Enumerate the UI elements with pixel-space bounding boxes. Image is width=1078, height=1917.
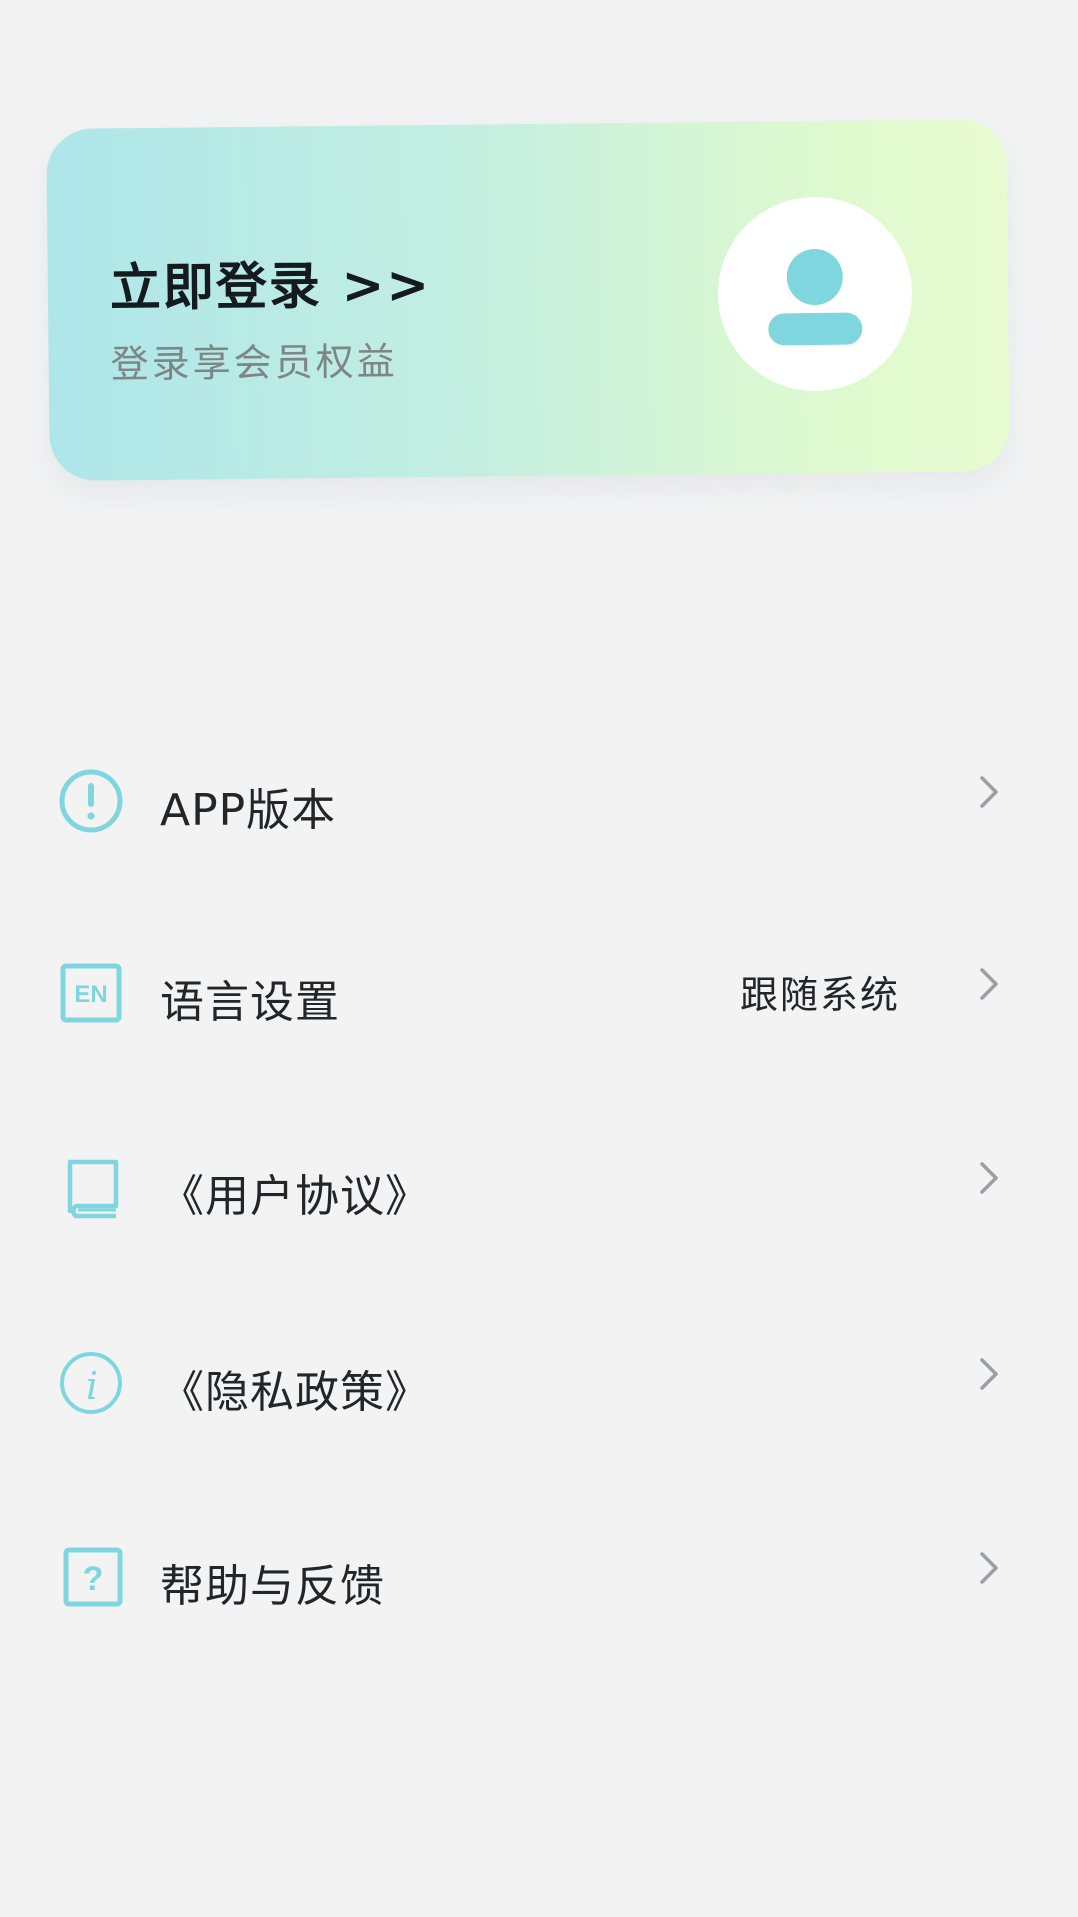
- svg-text:EN: EN: [74, 981, 107, 1008]
- question-square-icon: ?: [63, 1547, 123, 1607]
- exclamation-circle-icon: [59, 769, 123, 833]
- user-avatar-icon: [768, 248, 863, 346]
- menu-item-help-feedback[interactable]: ? 帮助与反馈: [50, 1522, 1020, 1632]
- avatar[interactable]: [716, 195, 913, 393]
- book-icon: [67, 1159, 119, 1219]
- menu-label-user-agreement: 《用户协议》: [160, 1171, 430, 1222]
- language-value: 跟随系统: [739, 973, 900, 1017]
- menu-label-language: 语言设置: [160, 977, 340, 1028]
- chevron-right-icon: [980, 1358, 998, 1390]
- menu-item-privacy-policy[interactable]: i 《隐私政策》: [50, 1328, 1020, 1438]
- menu-item-app-version[interactable]: APP版本: [50, 746, 1020, 856]
- login-subtitle: 登录享会员权益: [110, 339, 398, 387]
- login-card[interactable]: 立即登录 >> 登录享会员权益: [46, 118, 1010, 482]
- menu-label-help-feedback: 帮助与反馈: [160, 1561, 385, 1612]
- chevron-right-icon: [980, 968, 998, 1000]
- menu-item-language[interactable]: EN 语言设置 跟随系统: [50, 938, 1020, 1048]
- chevron-right-icon: [980, 1552, 998, 1584]
- info-circle-icon: i: [60, 1352, 122, 1414]
- svg-text:?: ?: [83, 1560, 104, 1598]
- menu-label-app-version: APP版本: [160, 785, 337, 836]
- login-title[interactable]: 立即登录 >>: [109, 243, 432, 320]
- menu-label-privacy-policy: 《隐私政策》: [160, 1367, 430, 1418]
- svg-text:i: i: [86, 1364, 98, 1408]
- menu-item-user-agreement[interactable]: 《用户协议》: [50, 1132, 1020, 1242]
- chevron-right-icon: [980, 1162, 998, 1194]
- en-language-icon: EN: [60, 963, 122, 1023]
- chevron-right-icon: [980, 776, 998, 808]
